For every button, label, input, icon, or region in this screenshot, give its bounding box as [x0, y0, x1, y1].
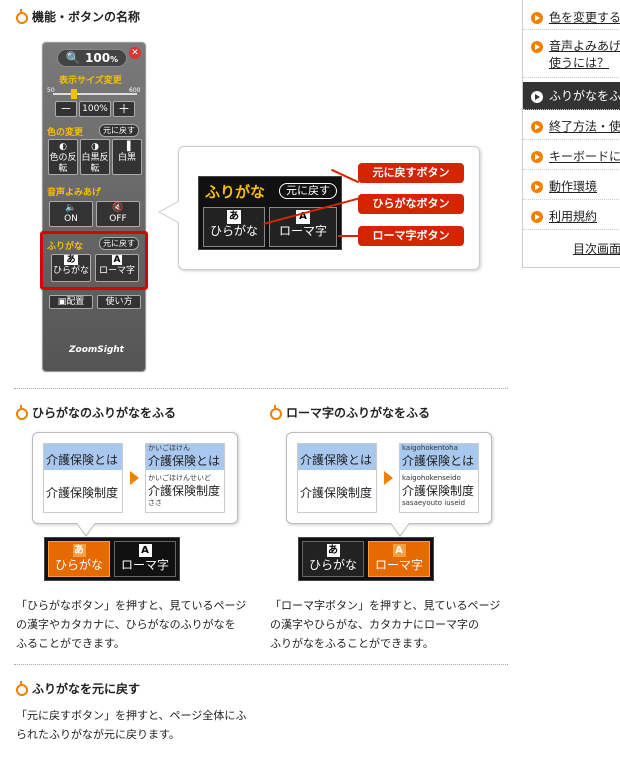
hira-section-title: ひらがなのふりがなをふる — [16, 404, 176, 421]
nav-item-env[interactable]: 動作環境 — [523, 172, 620, 200]
roma-after-top: kaigohokentoha 介護保険とは — [400, 444, 478, 470]
callout-tail-inner — [160, 201, 180, 223]
arrow-icon — [531, 11, 543, 24]
size-value: 100% — [79, 101, 111, 117]
hira-before-line: 介護保険制度 — [46, 486, 119, 500]
arrow-icon — [531, 120, 543, 133]
arrow-icon — [531, 90, 543, 103]
speaker-icon: 🔈 — [65, 203, 77, 213]
section-icon — [270, 404, 282, 420]
arrow-icon — [531, 41, 543, 53]
color-title: 色の変更 — [47, 128, 84, 138]
invert-icon: ◐ — [59, 142, 67, 152]
section-icon — [16, 8, 28, 24]
layout-icon: ▣ — [57, 297, 67, 307]
furigana-highlight — [40, 231, 148, 290]
size-slider[interactable] — [53, 89, 137, 99]
mini-romaji-button[interactable]: A ローマ字 — [368, 541, 430, 577]
side-nav: 色を変更する 音声よみあげ 使うには？ ふりがなをふる 終了方法・使 キーボード… — [522, 0, 620, 268]
hira-before-box: 介護保険とは 介護保険制度 — [43, 443, 123, 513]
roma-before-top: 介護保険とは — [298, 444, 376, 470]
roma-description: 「ローマ字ボタン」を押すと、見ているページ の漢字やひらがな、カタカナにローマ字… — [270, 599, 501, 650]
brand-logo: ZoomSight — [69, 345, 124, 355]
plus-button[interactable]: ＋ — [113, 101, 135, 117]
big-furigana-title: ふりがな — [205, 183, 266, 201]
zoom-display: 🔍 100% — [57, 49, 127, 67]
big-hiragana-button[interactable]: あひらがな — [203, 207, 265, 247]
roma-before-line: 介護保険制度 — [300, 486, 373, 500]
mini-hiragana-button[interactable]: あひらがな — [48, 541, 110, 577]
bw-icon: ▐ — [123, 142, 131, 152]
layout-button[interactable]: ▣配置 — [49, 295, 93, 309]
roma-before-box: 介護保険とは 介護保険制度 — [297, 443, 377, 513]
nav-item-terms[interactable]: 利用規約 — [523, 202, 620, 230]
zoomsight-panel: 🔍 100% ✕ 表示サイズ変更 50 600 － 100% ＋ 色の変更 元に… — [42, 42, 146, 372]
close-icon[interactable]: ✕ — [129, 47, 141, 59]
hira-demo: 介護保険とは 介護保険制度 かいごほけん 介護保険とは かいごほけんせいど 介護… — [32, 432, 238, 524]
reset-section-title: ふりがなを元に戻す — [16, 680, 140, 697]
hira-description: 「ひらがなボタン」を押すと、見ているページ の漢字やカタカナに、ひらがなのふりが… — [16, 599, 247, 650]
hira-before-top: 介護保険とは — [44, 444, 122, 470]
voice-title: 音声よみあげ — [47, 188, 102, 198]
arrow-icon — [531, 150, 543, 163]
arrow-icon — [531, 210, 543, 223]
section-icon — [16, 404, 28, 420]
invert-button[interactable]: ◐ 色の反転 — [48, 139, 78, 175]
roma-demo: 介護保険とは 介護保険制度 kaigohokentoha 介護保険とは kaig… — [286, 432, 492, 524]
nav-item-exit[interactable]: 終了方法・使 — [523, 112, 620, 140]
toc-link[interactable]: 目次画面 — [573, 240, 620, 257]
arrow-right-icon — [384, 471, 393, 485]
hira-mini-toolbar: あひらがな A ローマ字 — [44, 537, 180, 581]
arrow-right-icon — [130, 471, 139, 485]
divider — [14, 388, 508, 389]
demo-tail-inner — [77, 523, 95, 535]
furigana-enlarged: ふりがな 元に戻す あひらがな A ローマ字 — [198, 176, 342, 250]
nav-item-color[interactable]: 色を変更する — [523, 6, 620, 30]
bw-invert-icon: ◑ — [91, 142, 99, 152]
nav-item-keyboard[interactable]: キーボードに — [523, 142, 620, 170]
tag-hiragana: ひらがなボタン — [358, 194, 464, 214]
slider-knob[interactable] — [71, 89, 77, 99]
roma-mini-toolbar: あひらがな A ローマ字 — [298, 537, 434, 581]
section-title: 機能・ボタンの名称 — [16, 8, 140, 25]
speaker-mute-icon: 🔇 — [112, 203, 124, 213]
divider — [14, 664, 508, 665]
roma-after-box: kaigohokentoha 介護保険とは kaigohokenseido 介護… — [399, 443, 479, 513]
minus-button[interactable]: － — [55, 101, 77, 117]
hira-after-top: かいごほけん 介護保険とは — [146, 444, 224, 470]
tag-line-roma — [338, 235, 360, 237]
size-title: 表示サイズ変更 — [59, 76, 122, 86]
voice-on-button[interactable]: 🔈 ON — [49, 201, 93, 227]
mini-romaji-button[interactable]: A ローマ字 — [114, 541, 176, 577]
bw-invert-button[interactable]: ◑ 白黒反転 — [80, 139, 110, 175]
howto-button[interactable]: 使い方 — [97, 295, 141, 309]
arrow-icon — [531, 180, 543, 193]
tag-reset: 元に戻すボタン — [358, 163, 464, 183]
tag-romaji: ローマ字ボタン — [358, 226, 464, 246]
nav-item-furigana[interactable]: ふりがなをふる — [523, 82, 620, 110]
bw-button[interactable]: ▐ 白黒 — [112, 139, 142, 175]
color-reset-button[interactable]: 元に戻す — [99, 124, 139, 137]
big-reset-button[interactable]: 元に戻す — [279, 183, 337, 199]
voice-off-button[interactable]: 🔇 OFF — [96, 201, 140, 227]
hira-after-box: かいごほけん 介護保険とは かいごほけんせいど 介護保険制度 ささ — [145, 443, 225, 513]
section-icon — [16, 680, 28, 696]
nav-item-voice[interactable]: 音声よみあげ 使うには？ — [523, 34, 620, 78]
roma-section-title: ローマ字のふりがなをふる — [270, 404, 430, 421]
demo-tail-inner — [391, 523, 409, 535]
mini-hiragana-button[interactable]: あひらがな — [302, 541, 364, 577]
reset-description: 「元に戻すボタン」を押すと、ページ全体にふ られたふりがなが元に戻ります。 — [16, 709, 247, 741]
